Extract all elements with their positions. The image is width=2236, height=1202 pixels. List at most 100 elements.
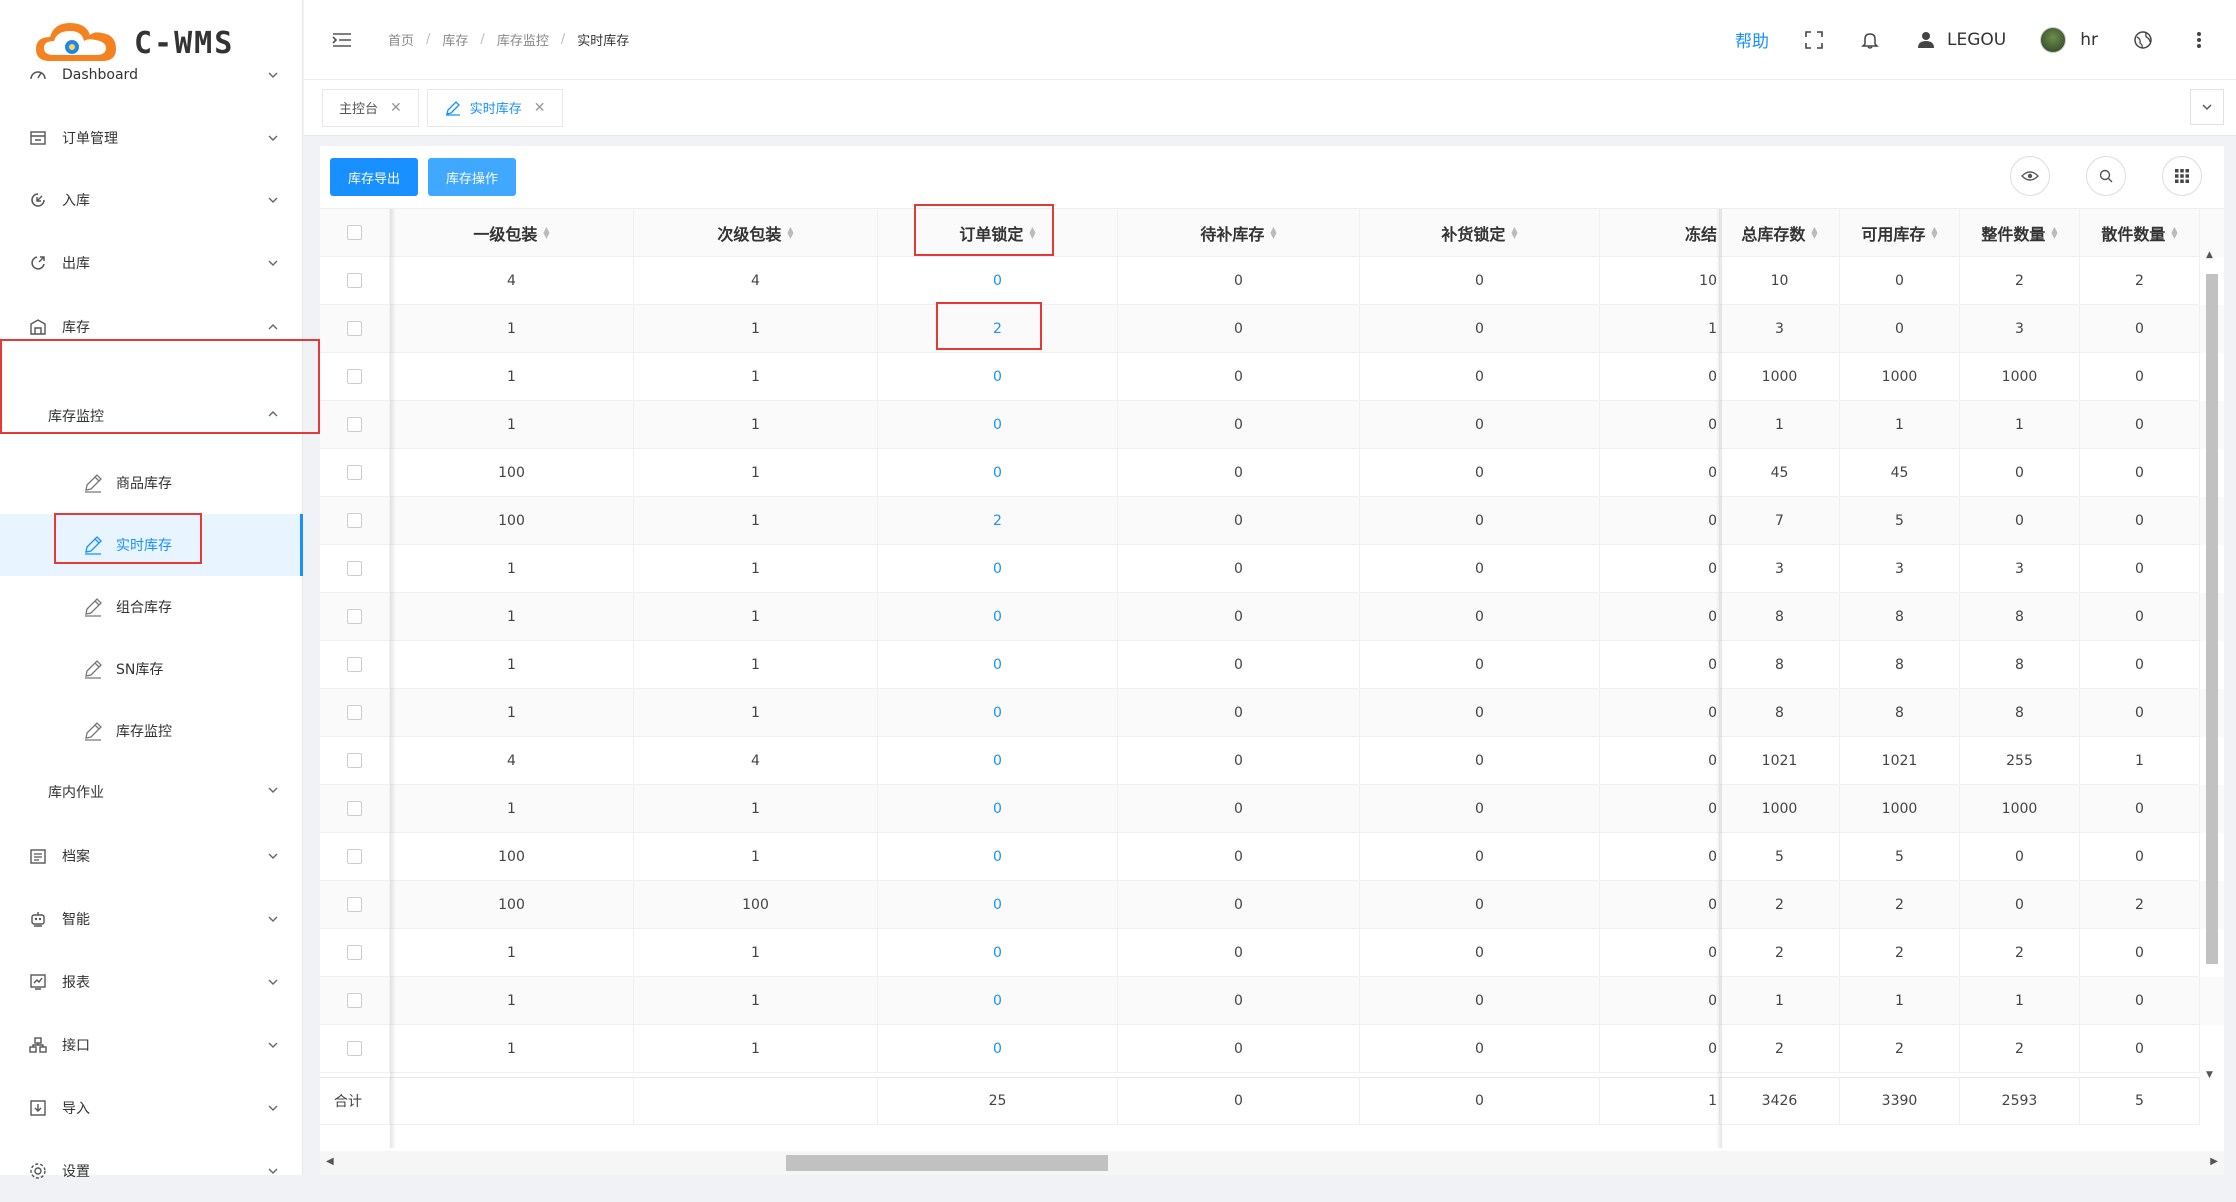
order-lock-link[interactable]: 0: [993, 801, 1002, 817]
column-header[interactable]: 可用库存 ▲ ▼: [1840, 209, 1960, 257]
row-checkbox[interactable]: [347, 657, 362, 672]
table-cell[interactable]: 0: [878, 737, 1118, 785]
sort-icon[interactable]: ▲ ▼: [543, 225, 549, 239]
table-row[interactable]: 4 4 0 0 0 10 10 0 2 2: [320, 257, 2224, 305]
order-lock-link[interactable]: 0: [993, 561, 1002, 577]
table-row[interactable]: 100 1 2 0 0 0 7 5 0 0: [320, 497, 2224, 545]
row-checkbox[interactable]: [347, 369, 362, 384]
sidebar-item-dashboard[interactable]: Dashboard: [0, 43, 303, 106]
table-cell[interactable]: 0: [878, 881, 1118, 929]
column-header[interactable]: 一级包装 ▲ ▼: [390, 209, 634, 257]
row-checkbox[interactable]: [347, 849, 362, 864]
table-cell[interactable]: 0: [878, 545, 1118, 593]
table-cell[interactable]: 2: [878, 305, 1118, 353]
column-header[interactable]: 次级包装 ▲ ▼: [634, 209, 878, 257]
sort-icon[interactable]: ▲ ▼: [1029, 225, 1035, 239]
table-cell[interactable]: 0: [878, 833, 1118, 881]
column-header[interactable]: 补货锁定 ▲ ▼: [1360, 209, 1600, 257]
table-row[interactable]: 1 1 0 0 0 0 2 2 2 0: [320, 1025, 2224, 1073]
order-lock-link[interactable]: 0: [993, 705, 1002, 721]
table-row[interactable]: 100 1 0 0 0 0 5 5 0 0: [320, 833, 2224, 881]
select-all-checkbox[interactable]: [347, 225, 362, 240]
sidebar-item-settings[interactable]: 设置: [0, 1139, 303, 1202]
breadcrumb-item[interactable]: 库存: [442, 30, 468, 49]
row-checkbox[interactable]: [347, 705, 362, 720]
column-header[interactable]: 订单锁定 ▲ ▼: [878, 209, 1118, 257]
column-header[interactable]: 冻结: [1600, 209, 1720, 257]
row-checkbox[interactable]: [347, 465, 362, 480]
sidebar-sub-inner-ops[interactable]: 库内作业: [0, 762, 303, 822]
table-row[interactable]: 1 1 0 0 0 0 3 3 3 0: [320, 545, 2224, 593]
table-row[interactable]: 1 1 0 0 0 0 1 1 1 0: [320, 977, 2224, 1025]
row-checkbox[interactable]: [347, 801, 362, 816]
table-row[interactable]: 100 100 0 0 0 0 2 2 0 2: [320, 881, 2224, 929]
sidebar-leaf-1[interactable]: 实时库存: [0, 514, 303, 576]
sidebar-leaf-0[interactable]: 商品库存: [0, 452, 303, 514]
order-lock-link[interactable]: 0: [993, 753, 1002, 769]
sort-icon[interactable]: ▲ ▼: [2171, 225, 2177, 239]
table-cell[interactable]: 0: [878, 785, 1118, 833]
more-vertical-icon[interactable]: [2188, 29, 2210, 51]
sidebar-item-api[interactable]: 接口: [0, 1013, 303, 1076]
table-row[interactable]: 1 1 0 0 0 0 8 8 8 0: [320, 641, 2224, 689]
row-checkbox[interactable]: [347, 321, 362, 336]
breadcrumb-item[interactable]: 库存监控: [497, 30, 549, 49]
order-lock-link[interactable]: 0: [993, 417, 1002, 433]
order-lock-link[interactable]: 0: [993, 1041, 1002, 1057]
row-checkbox[interactable]: [347, 993, 362, 1008]
sort-icon[interactable]: ▲ ▼: [1511, 225, 1517, 239]
table-row[interactable]: 1 1 0 0 0 0 8 8 8 0: [320, 689, 2224, 737]
column-visibility-button[interactable]: [2010, 156, 2050, 196]
inventory-operate-button[interactable]: 库存操作: [428, 158, 517, 196]
table-row[interactable]: 1 1 0 0 0 0 8 8 8 0: [320, 593, 2224, 641]
user-menu[interactable]: LEGOU: [1915, 29, 2006, 51]
horizontal-scrollbar[interactable]: ◀ ▶: [320, 1151, 2224, 1175]
menu-collapse-icon[interactable]: [332, 32, 352, 48]
sidebar-item-inbound[interactable]: 入库: [0, 168, 303, 231]
tab-dashboard[interactable]: 主控台 ✕: [322, 88, 419, 127]
table-cell[interactable]: 0: [878, 257, 1118, 305]
sort-icon[interactable]: ▲ ▼: [1931, 225, 1937, 239]
sort-icon[interactable]: ▲ ▼: [787, 225, 793, 239]
help-link[interactable]: 帮助: [1735, 27, 1769, 52]
table-cell[interactable]: 0: [878, 929, 1118, 977]
order-lock-link[interactable]: 2: [993, 321, 1002, 337]
vertical-scrollbar[interactable]: ▲ ▼: [2204, 250, 2218, 1080]
order-lock-link[interactable]: 0: [993, 657, 1002, 673]
order-lock-link[interactable]: 0: [993, 273, 1002, 289]
column-header[interactable]: 散件数量 ▲ ▼: [2080, 209, 2200, 257]
row-checkbox[interactable]: [347, 561, 362, 576]
sidebar-item-orders[interactable]: 订单管理: [0, 106, 303, 169]
sort-icon[interactable]: ▲ ▼: [1811, 225, 1817, 239]
table-row[interactable]: 1 1 0 0 0 0 2 2 2 0: [320, 929, 2224, 977]
table-cell[interactable]: 2: [878, 497, 1118, 545]
row-checkbox[interactable]: [347, 417, 362, 432]
sidebar-item-inventory[interactable]: 库存: [0, 295, 303, 358]
table-row[interactable]: 1 1 0 0 0 0 1000 1000 1000 0: [320, 785, 2224, 833]
fullscreen-icon[interactable]: [1803, 29, 1825, 51]
inventory-export-button[interactable]: 库存导出: [330, 158, 419, 196]
breadcrumb-item[interactable]: 首页: [388, 30, 414, 49]
order-lock-link[interactable]: 0: [993, 945, 1002, 961]
table-cell[interactable]: 0: [878, 593, 1118, 641]
tabs-dropdown-button[interactable]: [2190, 89, 2224, 125]
globe-icon[interactable]: [2132, 29, 2154, 51]
order-lock-link[interactable]: 0: [993, 897, 1002, 913]
table-row[interactable]: 100 1 0 0 0 0 45 45 0 0: [320, 449, 2224, 497]
row-checkbox[interactable]: [347, 1041, 362, 1056]
bell-icon[interactable]: [1859, 29, 1881, 51]
table-cell[interactable]: 0: [878, 977, 1118, 1025]
tab-realtime-inventory[interactable]: 实时库存 ✕: [426, 88, 563, 127]
sort-icon[interactable]: ▲ ▼: [2051, 225, 2057, 239]
table-row[interactable]: 1 1 0 0 0 0 1000 1000 1000 0: [320, 353, 2224, 401]
sort-icon[interactable]: ▲ ▼: [1270, 225, 1276, 239]
table-cell[interactable]: 0: [878, 689, 1118, 737]
order-lock-link[interactable]: 2: [993, 513, 1002, 529]
search-toggle-button[interactable]: [2086, 156, 2126, 196]
order-lock-link[interactable]: 0: [993, 465, 1002, 481]
order-lock-link[interactable]: 0: [993, 369, 1002, 385]
sidebar-item-robot[interactable]: 智能: [0, 887, 303, 950]
sidebar-item-import[interactable]: 导入: [0, 1076, 303, 1139]
grid-columns-button[interactable]: [2162, 156, 2202, 196]
account-menu[interactable]: hr: [2040, 26, 2098, 53]
